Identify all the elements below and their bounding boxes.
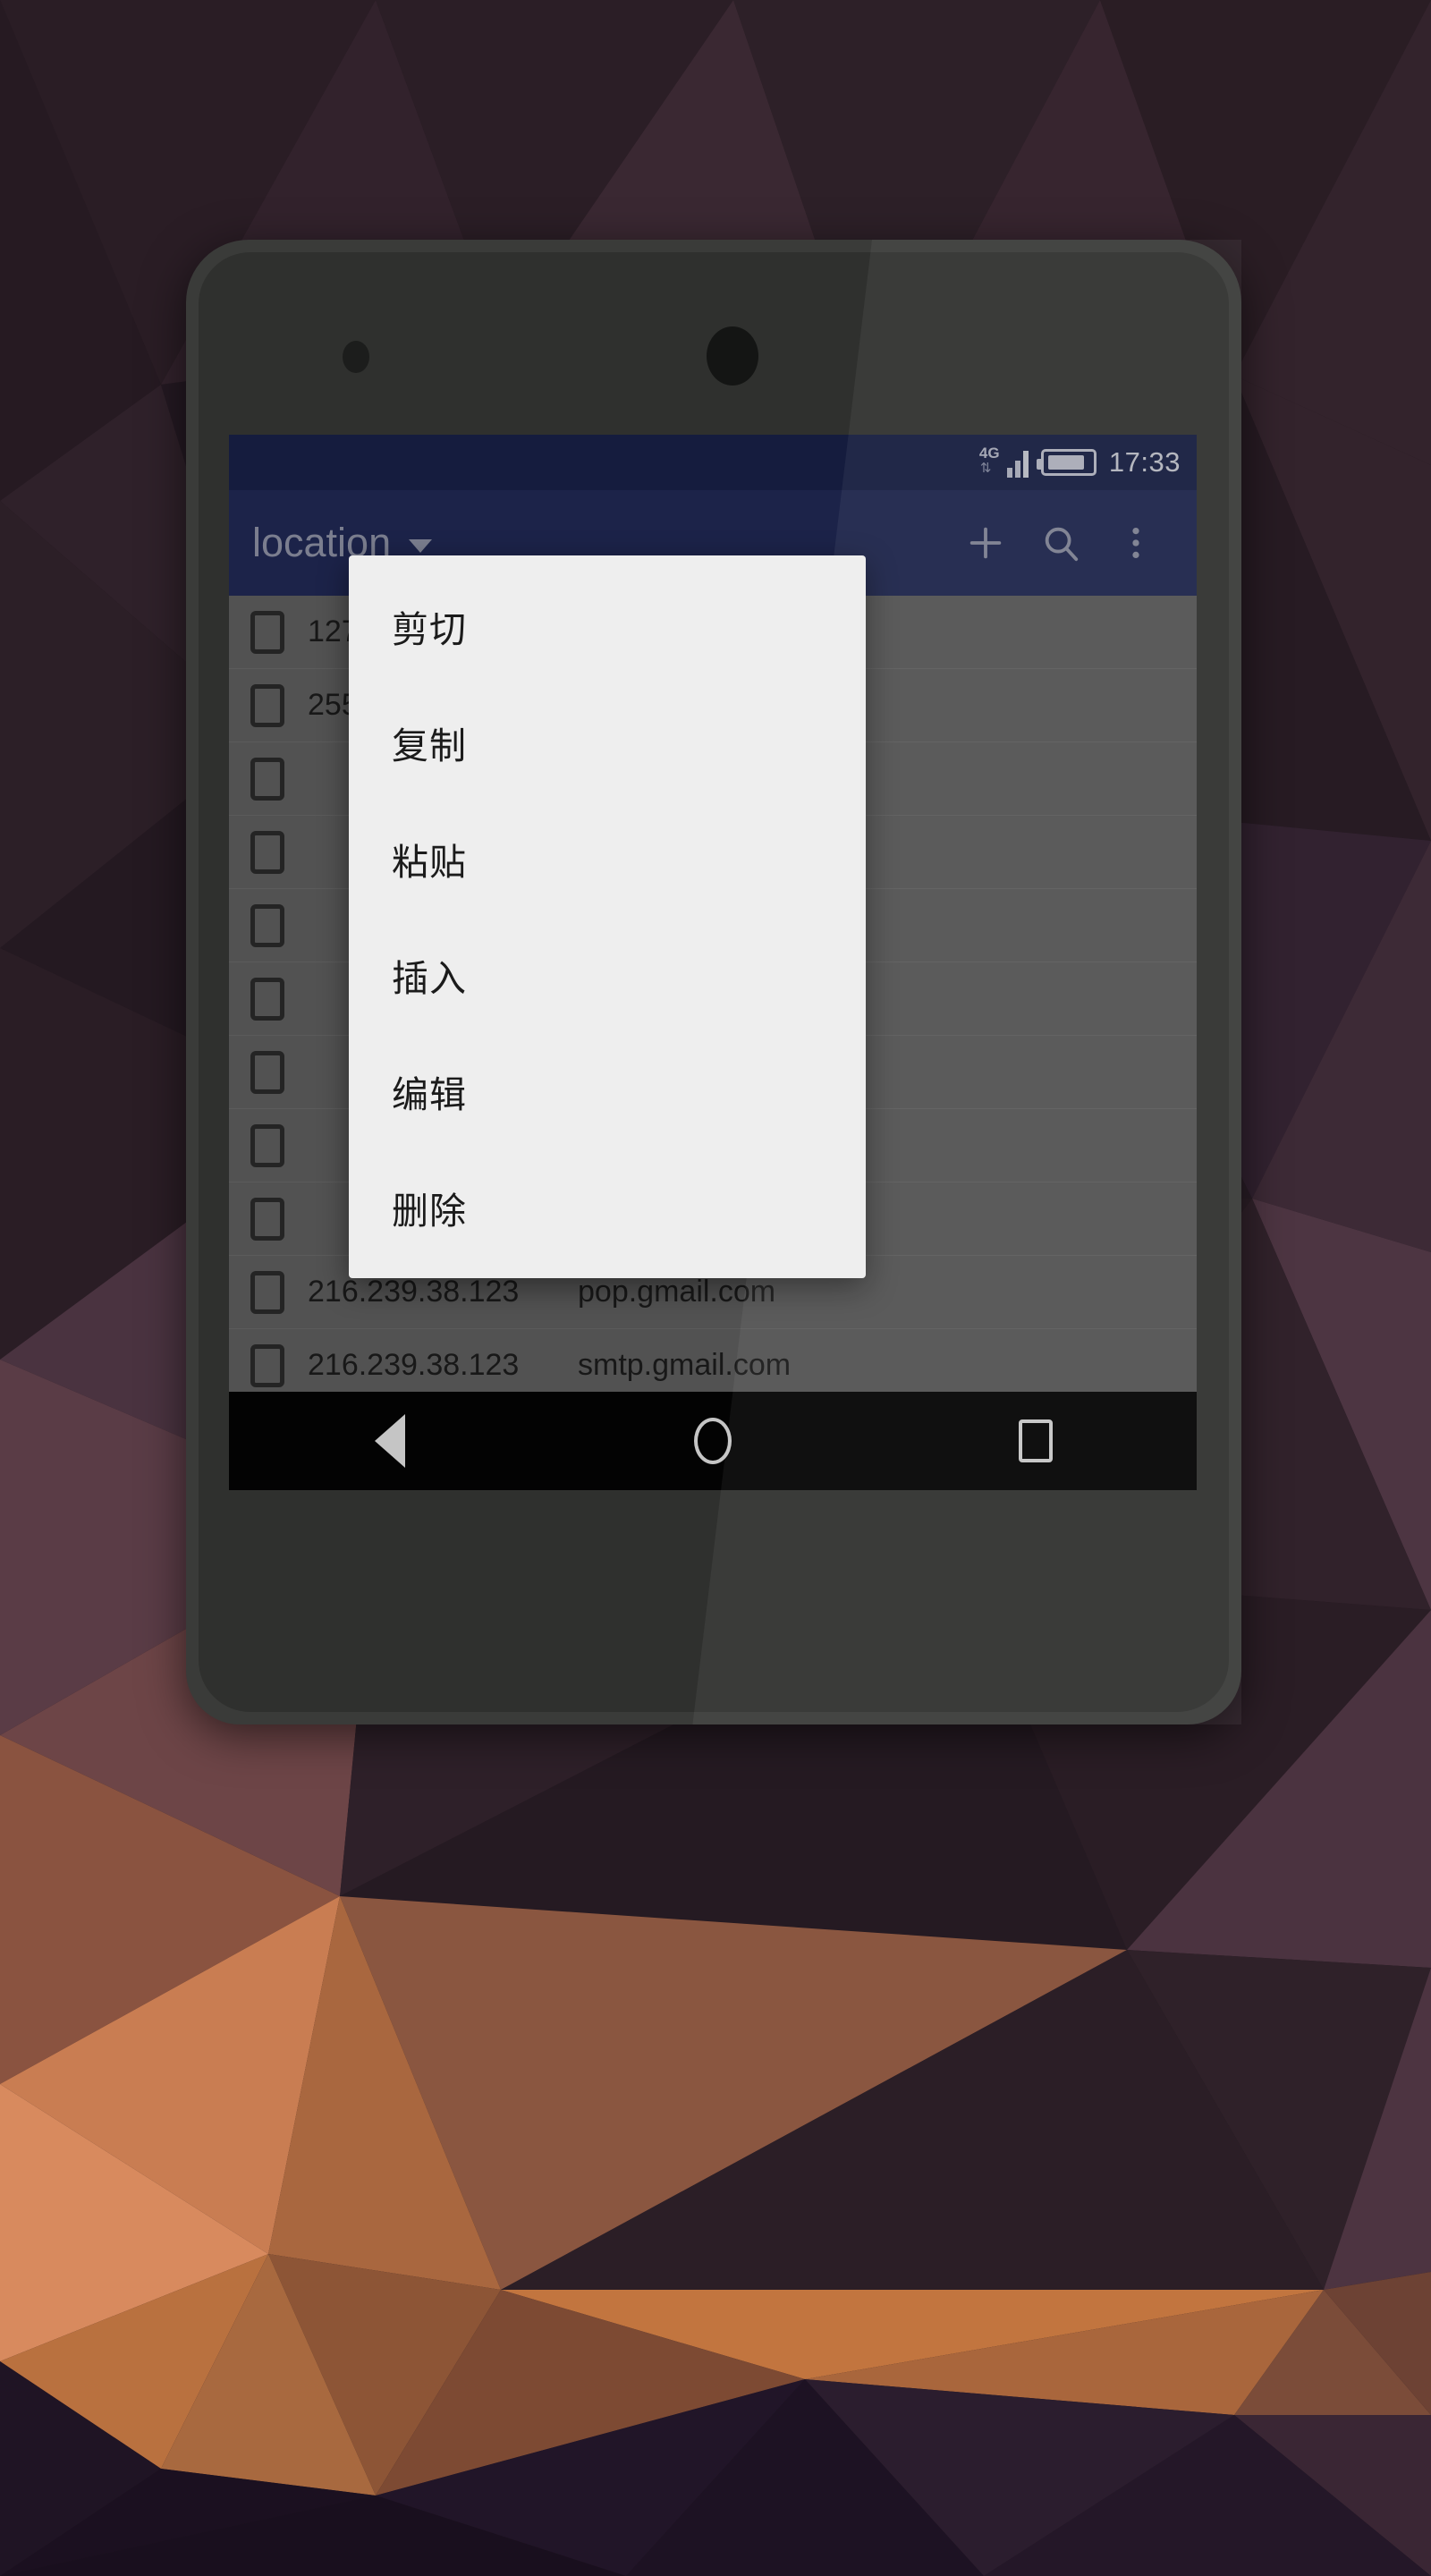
menu-item-copy[interactable]: 复制	[349, 684, 866, 801]
menu-item-paste[interactable]: 粘贴	[349, 801, 866, 917]
menu-item-insert[interactable]: 插入	[349, 917, 866, 1033]
front-camera-icon	[343, 341, 369, 373]
menu-item-cut[interactable]: 剪切	[349, 568, 866, 684]
phone-device: 4G ⇅ 17:33 location 216.239.38.123 pop.g…	[186, 240, 1241, 1724]
context-menu[interactable]: 剪切 复制 粘贴 插入 编辑 删除	[349, 555, 866, 1278]
phone-screen: 4G ⇅ 17:33 location 216.239.38.123 pop.g…	[229, 435, 1197, 1490]
earpiece-sensor-icon	[707, 326, 758, 386]
menu-item-edit[interactable]: 编辑	[349, 1033, 866, 1149]
menu-item-delete[interactable]: 删除	[349, 1149, 866, 1266]
